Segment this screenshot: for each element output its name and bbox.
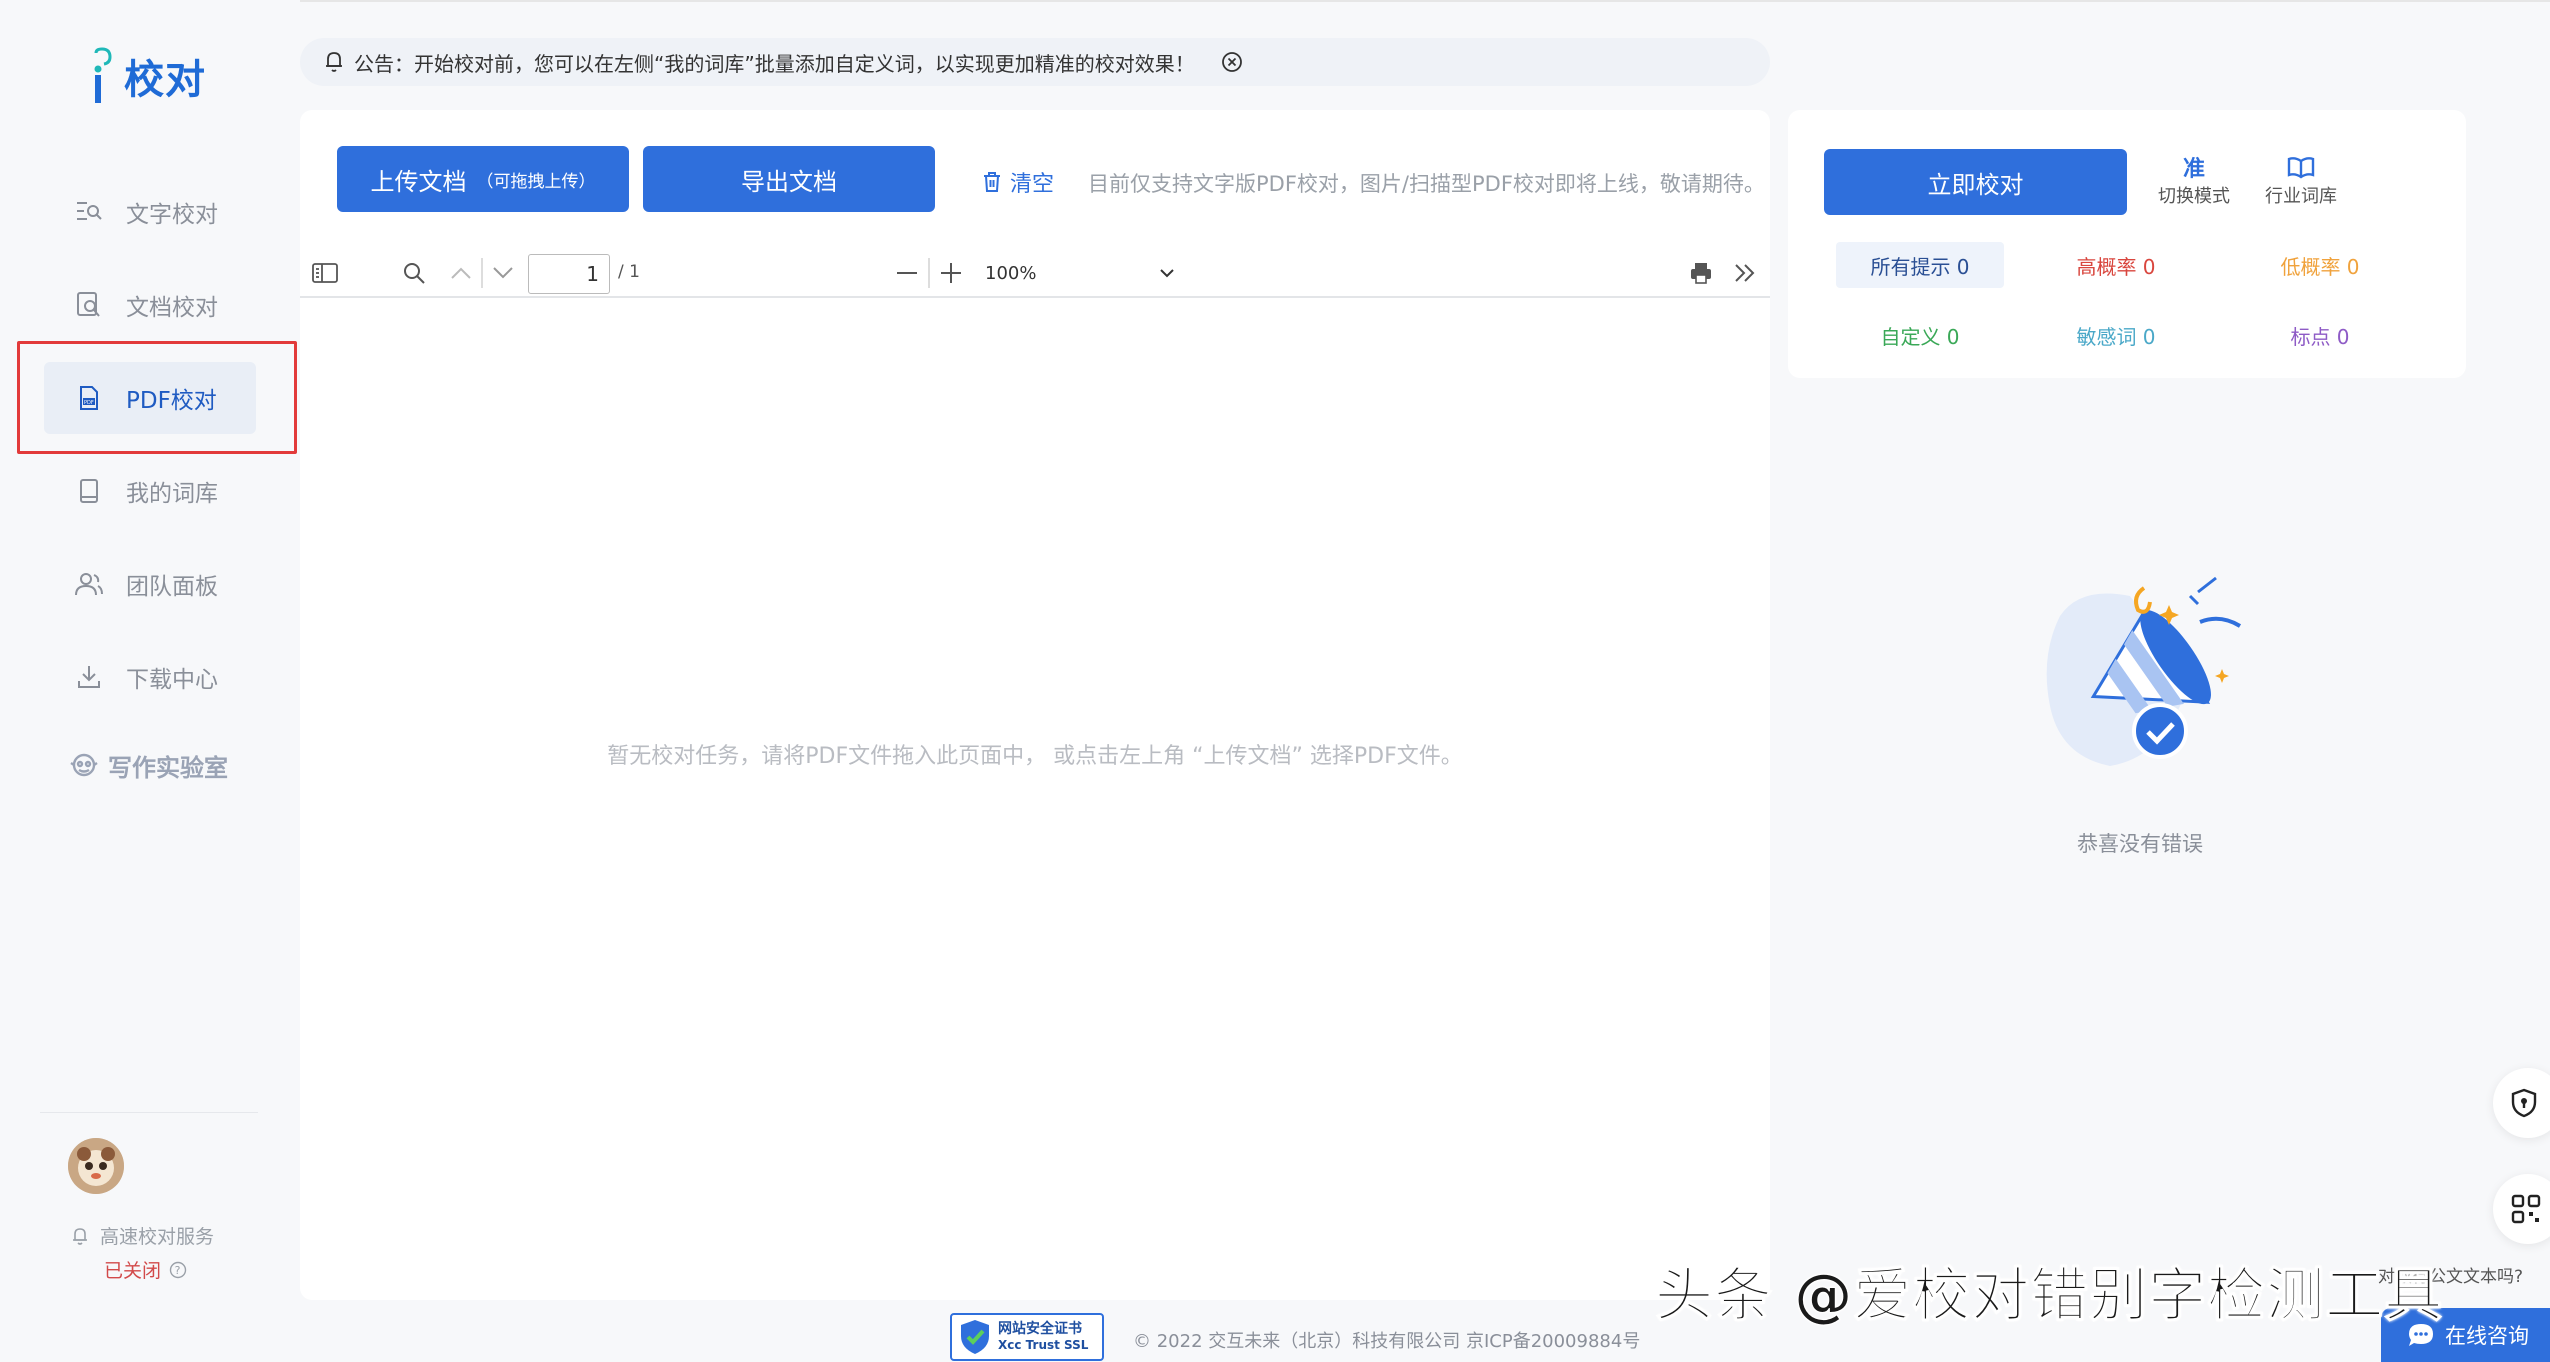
no-error-message: 恭喜没有错误 xyxy=(2077,832,2203,856)
celebration-illustration xyxy=(2020,556,2260,796)
open-book-icon xyxy=(2287,152,2315,182)
page-number-input[interactable] xyxy=(528,254,610,294)
writing-lab-label: 写作实验室 xyxy=(108,754,228,782)
stat-low-probability[interactable]: 低概率 0 xyxy=(2236,242,2404,288)
more-tools-icon[interactable] xyxy=(1730,258,1760,288)
sidebar-divider xyxy=(40,1112,258,1113)
logo-text: 校对 xyxy=(124,57,206,103)
chevron-down-icon xyxy=(1159,268,1175,278)
shield-icon xyxy=(2511,1088,2537,1118)
sidebar-item-text-proof[interactable]: 文字校对 xyxy=(44,176,256,248)
industry-lexicon-label: 行业词库 xyxy=(2265,186,2337,207)
qr-code-float-button[interactable] xyxy=(2493,1174,2550,1244)
upload-document-button[interactable]: 上传文档 （可拖拽上传） xyxy=(337,146,629,212)
clear-button[interactable]: 清空 xyxy=(982,166,1054,198)
ssl-certificate-badge[interactable]: 网站安全证书 Xcc Trust SSL xyxy=(950,1313,1104,1361)
ssl-title: 网站安全证书 xyxy=(998,1321,1082,1337)
qr-code-icon xyxy=(2511,1194,2541,1224)
stat-label: 高概率 0 xyxy=(2076,254,2156,279)
sidebar-item-label: 我的词库 xyxy=(126,481,218,507)
zoom-select[interactable]: 100% xyxy=(985,258,1175,288)
stat-label: 标点 0 xyxy=(2290,324,2350,349)
app-logo[interactable]: 校对 xyxy=(90,44,206,108)
download-icon xyxy=(74,662,104,692)
search-icon[interactable] xyxy=(399,258,429,288)
zoom-out-icon[interactable] xyxy=(894,258,920,288)
export-label: 导出文档 xyxy=(741,167,837,196)
page-total: / 1 xyxy=(618,262,640,282)
copyright-text: © 2022 交互未来（北京）科技有限公司 京ICP备20009884号 xyxy=(1133,1331,1641,1352)
avatar[interactable] xyxy=(68,1138,124,1194)
doc-search-icon xyxy=(74,290,104,320)
book-icon xyxy=(74,476,104,506)
print-icon[interactable] xyxy=(1686,258,1716,288)
trash-icon xyxy=(982,171,1002,193)
close-icon[interactable] xyxy=(1221,51,1243,73)
sidebar-item-team-panel[interactable]: 团队面板 xyxy=(44,548,256,620)
stat-label: 自定义 0 xyxy=(1880,324,1960,349)
upload-label: 上传文档 xyxy=(370,167,467,196)
next-page-icon[interactable] xyxy=(490,258,516,288)
sidebar-toggle-icon[interactable] xyxy=(310,258,340,288)
bell-icon xyxy=(72,1226,88,1246)
ssl-subtitle: Xcc Trust SSL xyxy=(998,1338,1089,1352)
robot-icon xyxy=(68,751,100,781)
zoom-value: 100% xyxy=(985,262,1037,284)
stat-all-hints[interactable]: 所有提示 0 xyxy=(1836,242,2004,288)
mode-icon: 准 xyxy=(2182,157,2205,182)
security-float-button[interactable] xyxy=(2493,1068,2550,1138)
logo-mark-icon xyxy=(90,47,120,105)
sidebar-item-doc-proof[interactable]: 文档校对 xyxy=(44,269,256,341)
toolbar-separator xyxy=(928,258,930,288)
empty-state-message: 暂无校对任务，请将PDF文件拖入此页面中， 或点击左上角 “上传文档” 选择PD… xyxy=(607,744,1463,769)
sidebar-item-label: 团队面板 xyxy=(126,574,218,600)
help-icon[interactable]: ? xyxy=(169,1261,187,1279)
announcement-bar: 公告：开始校对前，您可以在左侧“我的词库”批量添加自定义词，以实现更加精准的校对… xyxy=(300,38,1770,86)
zoom-in-icon[interactable] xyxy=(938,258,964,288)
sidebar-item-my-lexicon[interactable]: 我的词库 xyxy=(44,455,256,527)
industry-lexicon-button[interactable]: 行业词库 xyxy=(2265,152,2337,208)
stat-label: 所有提示 0 xyxy=(1870,254,1970,279)
export-document-button[interactable]: 导出文档 xyxy=(643,146,935,212)
switch-mode-label: 切换模式 xyxy=(2158,186,2230,207)
clear-label: 清空 xyxy=(1010,172,1055,197)
fast-service-label: 高速校对服务 xyxy=(100,1226,215,1248)
announcement-text: 公告：开始校对前，您可以在左侧“我的词库”批量添加自定义词，以实现更加精准的校对… xyxy=(354,51,1195,76)
active-item-highlight-box xyxy=(17,341,297,454)
stat-punctuation[interactable]: 标点 0 xyxy=(2236,312,2404,358)
stat-sensitive-words[interactable]: 敏感词 0 xyxy=(2032,312,2200,358)
fast-service-row: 高速校对服务 xyxy=(72,1222,214,1249)
upload-hint: （可拖拽上传） xyxy=(476,171,596,192)
start-proof-label: 立即校对 xyxy=(1927,170,2024,199)
fast-service-status: 已关闭 ? xyxy=(104,1256,187,1283)
service-status-text: 已关闭 xyxy=(104,1260,162,1282)
sidebar-item-download-center[interactable]: 下载中心 xyxy=(44,641,256,713)
sidebar-item-label: 文档校对 xyxy=(126,295,218,321)
team-icon xyxy=(74,569,104,599)
svg-text:?: ? xyxy=(175,1264,181,1277)
stat-label: 低概率 0 xyxy=(2280,254,2360,279)
switch-mode-button[interactable]: 准 切换模式 xyxy=(2158,152,2230,208)
text-proof-icon xyxy=(74,197,104,227)
stat-label: 敏感词 0 xyxy=(2076,324,2156,349)
top-border xyxy=(0,0,2550,2)
sidebar-item-label: 下载中心 xyxy=(126,667,218,693)
stat-high-probability[interactable]: 高概率 0 xyxy=(2032,242,2200,288)
watermark-text: 头条 @爱校对错别字检测工具 xyxy=(1654,1261,2444,1330)
start-proof-button[interactable]: 立即校对 xyxy=(1824,149,2127,215)
stat-custom[interactable]: 自定义 0 xyxy=(1836,312,2004,358)
prev-page-icon[interactable] xyxy=(448,258,474,288)
notice-bell-icon xyxy=(324,50,344,74)
consult-label: 在线咨询 xyxy=(2445,1324,2529,1348)
ssl-shield-icon xyxy=(958,1318,992,1356)
sidebar-item-writing-lab[interactable]: 写作实验室 xyxy=(68,748,228,783)
sidebar-item-label: 文字校对 xyxy=(126,202,218,228)
support-note: 目前仅支持文字版PDF校对，图片/扫描型PDF校对即将上线，敬请期待。 xyxy=(1088,172,1765,196)
toolbar-separator xyxy=(481,258,483,288)
